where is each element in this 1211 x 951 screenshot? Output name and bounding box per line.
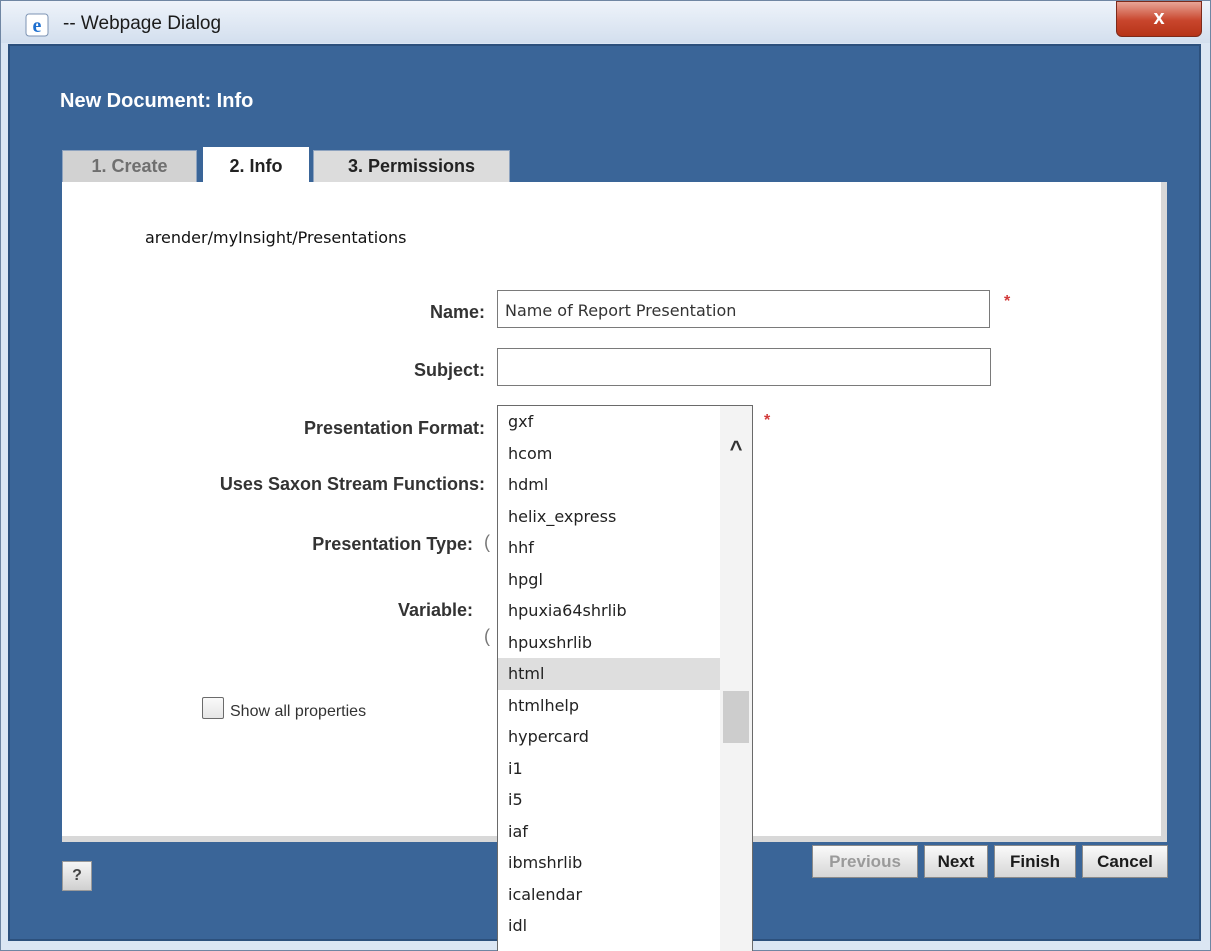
- dropdown-option[interactable]: iges: [498, 942, 721, 951]
- dropdown-option[interactable]: idl: [498, 910, 721, 942]
- finish-button[interactable]: Finish: [994, 845, 1076, 878]
- scroll-thumb[interactable]: [723, 691, 749, 743]
- dropdown-option[interactable]: hpgl: [498, 564, 721, 596]
- name-label: Name:: [429, 302, 485, 322]
- ie-icon: e: [25, 13, 49, 37]
- subject-input[interactable]: [497, 348, 991, 386]
- window-title: -- Webpage Dialog: [63, 13, 222, 34]
- dropdown-option[interactable]: icalendar: [498, 879, 721, 911]
- dialog-heading: New Document: Info: [60, 90, 254, 112]
- presentation-type-radio[interactable]: (: [484, 532, 490, 553]
- title-bar: e -- Webpage Dialog x: [1, 1, 1210, 43]
- tab-permissions[interactable]: 3. Permissions: [313, 150, 510, 182]
- dropdown-option[interactable]: hhf: [498, 532, 721, 564]
- dropdown-option[interactable]: hypercard: [498, 721, 721, 753]
- presentation-type-label: Presentation Type:: [312, 534, 473, 554]
- help-button[interactable]: ?: [62, 861, 92, 891]
- format-required-marker: *: [764, 412, 771, 429]
- dropdown-option[interactable]: ibmshrlib: [498, 847, 721, 879]
- dropdown-option[interactable]: helix_express: [498, 501, 721, 533]
- help-icon: ?: [72, 867, 82, 884]
- svg-text:e: e: [33, 15, 42, 37]
- saxon-stream-label: Uses Saxon Stream Functions:: [219, 474, 485, 494]
- name-input[interactable]: Name of Report Presentation: [497, 290, 990, 328]
- dropdown-option[interactable]: iaf: [498, 816, 721, 848]
- dropdown-option[interactable]: hpuxia64shrlib: [498, 595, 721, 627]
- dropdown-option[interactable]: hpuxshrlib: [498, 627, 721, 659]
- presentation-format-dropdown[interactable]: gxf hcom hdml helix_express hhf hpgl hpuxia64s…: [497, 405, 753, 951]
- show-all-properties-label: Show all properties: [230, 703, 367, 720]
- show-all-properties-checkbox[interactable]: [202, 697, 224, 719]
- dropdown-options: gxf hcom hdml helix_express hhf hpgl hpuxia64s…: [498, 406, 752, 951]
- cancel-button[interactable]: Cancel: [1082, 845, 1168, 878]
- presentation-format-label: Presentation Format:: [303, 418, 485, 438]
- tab-create[interactable]: 1. Create: [62, 150, 197, 182]
- variable-radio[interactable]: (: [484, 626, 490, 647]
- dropdown-option[interactable]: gxf: [498, 406, 721, 438]
- dropdown-option[interactable]: html: [498, 658, 721, 690]
- folder-path: arender/myInsight/Presentations: [145, 228, 407, 247]
- name-required-marker: *: [1004, 293, 1011, 310]
- next-button[interactable]: Next: [924, 845, 988, 878]
- scroll-up-icon[interactable]: ^: [720, 436, 752, 466]
- previous-button[interactable]: Previous: [812, 845, 918, 878]
- close-icon: x: [1153, 7, 1165, 29]
- dropdown-option[interactable]: hcom: [498, 438, 721, 470]
- dropdown-option[interactable]: hdml: [498, 469, 721, 501]
- subject-label: Subject:: [413, 360, 485, 380]
- variable-label: Variable:: [397, 600, 473, 620]
- dropdown-option[interactable]: i1: [498, 753, 721, 785]
- dropdown-option[interactable]: i5: [498, 784, 721, 816]
- dropdown-scrollbar[interactable]: ^: [720, 406, 752, 951]
- dropdown-option[interactable]: htmlhelp: [498, 690, 721, 722]
- tab-info[interactable]: 2. Info: [203, 147, 309, 183]
- close-button[interactable]: x: [1116, 1, 1202, 37]
